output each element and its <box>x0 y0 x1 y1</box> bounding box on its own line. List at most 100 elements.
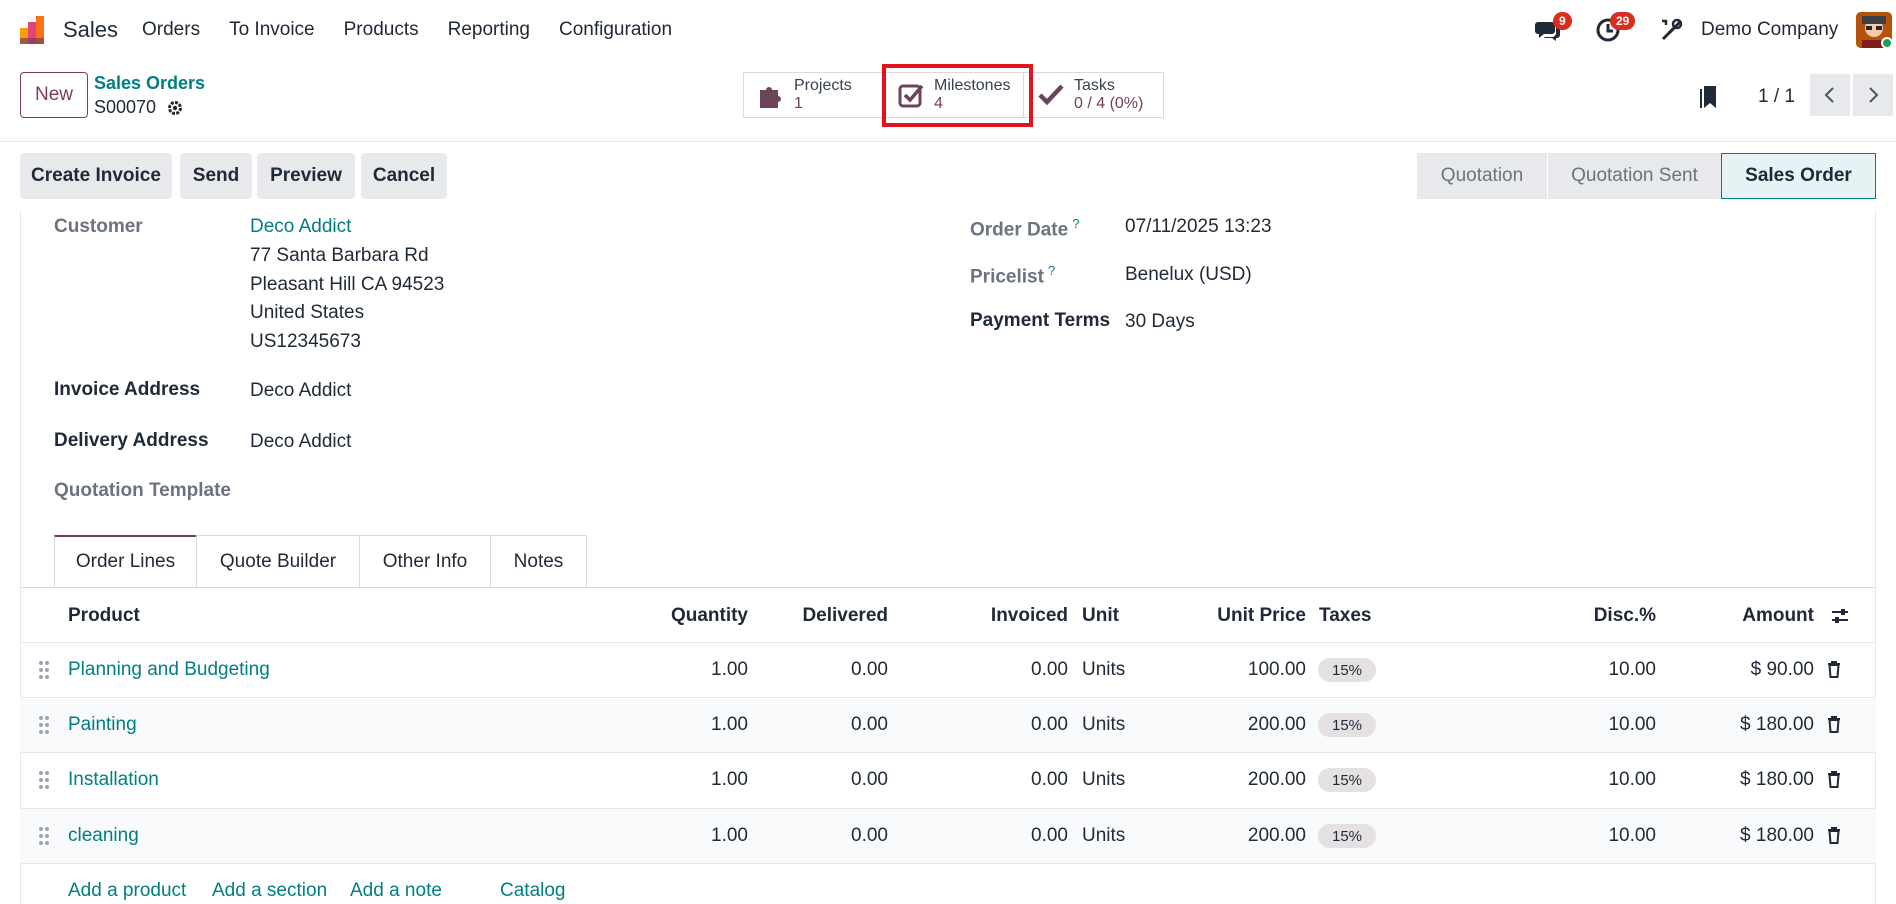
unit-price-cell[interactable]: 200.00 <box>1180 825 1306 847</box>
unit-cell[interactable]: Units <box>1082 714 1125 736</box>
unit-price-cell[interactable]: 100.00 <box>1180 659 1306 681</box>
quantity-cell[interactable]: 1.00 <box>640 714 748 736</box>
amount-cell: $ 180.00 <box>1740 825 1814 846</box>
trash-icon[interactable] <box>1826 826 1842 844</box>
messages-badge: 9 <box>1553 12 1572 30</box>
invoice-address-field[interactable]: Deco Addict <box>250 380 351 402</box>
tasks-smart-button[interactable]: Tasks 0 / 4 (0%) <box>1023 72 1164 118</box>
tax-badge[interactable]: 15% <box>1318 658 1376 682</box>
delivered-cell[interactable]: 0.00 <box>780 825 888 847</box>
unit-cell[interactable]: Units <box>1082 825 1125 847</box>
col-invoiced[interactable]: Invoiced <box>960 605 1068 627</box>
add-product-link[interactable]: Add a product <box>68 880 186 902</box>
quantity-cell[interactable]: 1.00 <box>640 825 748 847</box>
tax-badge[interactable]: 15% <box>1318 768 1376 792</box>
tax-badge[interactable]: 15% <box>1318 713 1376 737</box>
breadcrumb-sales-orders[interactable]: Sales Orders <box>94 73 205 94</box>
discount-cell[interactable]: 10.00 <box>1540 714 1656 736</box>
menu-configuration[interactable]: Configuration <box>559 19 672 41</box>
company-switcher[interactable]: Demo Company <box>1701 19 1838 41</box>
send-button[interactable]: Send <box>180 153 252 199</box>
drag-handle-icon[interactable] <box>38 826 50 846</box>
form-tabs: Order Lines Quote Builder Other Info Not… <box>54 535 587 587</box>
pager-value[interactable]: 1 / 1 <box>1758 86 1795 108</box>
product-cell[interactable]: cleaning <box>68 825 139 847</box>
product-cell[interactable]: Installation <box>68 769 159 791</box>
column-settings-icon[interactable] <box>1830 606 1850 626</box>
tab-notes[interactable]: Notes <box>490 535 587 587</box>
col-taxes[interactable]: Taxes <box>1319 605 1371 627</box>
delivery-address-field[interactable]: Deco Addict <box>250 431 351 453</box>
payment-terms-field[interactable]: 30 Days <box>1125 311 1195 333</box>
discount-cell[interactable]: 10.00 <box>1540 825 1656 847</box>
address-line-3: United States <box>250 302 365 323</box>
pager-next-button[interactable] <box>1853 74 1893 116</box>
discount-cell[interactable]: 10.00 <box>1540 769 1656 791</box>
product-cell[interactable]: Painting <box>68 714 137 736</box>
unit-cell[interactable]: Units <box>1082 659 1125 681</box>
col-delivered[interactable]: Delivered <box>780 605 888 627</box>
menu-products[interactable]: Products <box>344 19 419 41</box>
sales-app-icon[interactable] <box>18 14 50 46</box>
trash-icon[interactable] <box>1826 660 1842 678</box>
menu-reporting[interactable]: Reporting <box>448 19 530 41</box>
user-avatar[interactable] <box>1856 12 1892 48</box>
help-icon[interactable]: ? <box>1072 216 1079 231</box>
col-amount[interactable]: Amount <box>1700 605 1814 627</box>
delivered-cell[interactable]: 0.00 <box>780 714 888 736</box>
catalog-button[interactable]: Catalog <box>500 880 566 902</box>
preview-label: Preview <box>270 165 342 186</box>
pricelist-field[interactable]: Benelux (USD) <box>1125 264 1252 286</box>
projects-value: 1 <box>794 95 803 112</box>
tax-badge[interactable]: 15% <box>1318 824 1376 848</box>
trash-icon[interactable] <box>1826 770 1842 788</box>
delivered-cell[interactable]: 0.00 <box>780 659 888 681</box>
menu-orders[interactable]: Orders <box>142 19 200 41</box>
bookmark-icon[interactable] <box>1698 84 1720 110</box>
tab-quote-builder[interactable]: Quote Builder <box>196 535 360 587</box>
help-icon[interactable]: ? <box>1048 263 1055 278</box>
order-date-field[interactable]: 07/11/2025 13:23 <box>1125 216 1272 238</box>
menu-to-invoice[interactable]: To Invoice <box>229 19 315 41</box>
debug-tools-icon[interactable] <box>1658 16 1686 44</box>
trash-icon[interactable] <box>1826 715 1842 733</box>
order-date-label-text: Order Date <box>970 219 1069 241</box>
create-invoice-button[interactable]: Create Invoice <box>20 153 172 199</box>
drag-handle-icon[interactable] <box>38 770 50 790</box>
create-invoice-label: Create Invoice <box>31 165 161 186</box>
col-product[interactable]: Product <box>68 605 140 627</box>
col-quantity[interactable]: Quantity <box>640 605 748 627</box>
preview-button[interactable]: Preview <box>257 153 355 199</box>
stage-quotation[interactable]: Quotation <box>1417 153 1547 199</box>
add-note-link[interactable]: Add a note <box>350 880 442 902</box>
pager-previous-button[interactable] <box>1810 74 1850 116</box>
product-cell[interactable]: Planning and Budgeting <box>68 659 270 681</box>
cancel-button[interactable]: Cancel <box>361 153 447 199</box>
unit-price-cell[interactable]: 200.00 <box>1180 769 1306 791</box>
header-divider <box>0 141 1896 142</box>
quantity-cell[interactable]: 1.00 <box>640 659 748 681</box>
gear-icon[interactable] <box>166 99 184 117</box>
tab-other-info[interactable]: Other Info <box>359 535 491 587</box>
quantity-cell[interactable]: 1.00 <box>640 769 748 791</box>
stage-quotation-sent[interactable]: Quotation Sent <box>1547 153 1721 199</box>
col-disc[interactable]: Disc.% <box>1540 605 1656 627</box>
add-section-link[interactable]: Add a section <box>212 880 327 902</box>
stage-sales-order[interactable]: Sales Order <box>1721 153 1876 199</box>
tab-order-lines[interactable]: Order Lines <box>54 535 197 587</box>
unit-cell[interactable]: Units <box>1082 769 1125 791</box>
new-button[interactable]: New <box>20 72 88 118</box>
record-name: S00070 <box>94 97 157 117</box>
projects-smart-button[interactable]: Projects 1 <box>743 72 884 118</box>
unit-price-cell[interactable]: 200.00 <box>1180 714 1306 736</box>
drag-handle-icon[interactable] <box>38 660 50 680</box>
delivered-cell[interactable]: 0.00 <box>780 769 888 791</box>
col-unit-price[interactable]: Unit Price <box>1180 605 1306 627</box>
discount-cell[interactable]: 10.00 <box>1540 659 1656 681</box>
chevron-right-icon <box>1869 87 1879 103</box>
drag-handle-icon[interactable] <box>38 715 50 735</box>
invoiced-cell: 0.00 <box>1031 659 1068 680</box>
customer-link[interactable]: Deco Addict <box>250 216 351 238</box>
col-unit[interactable]: Unit <box>1082 605 1119 627</box>
app-name[interactable]: Sales <box>63 17 118 43</box>
